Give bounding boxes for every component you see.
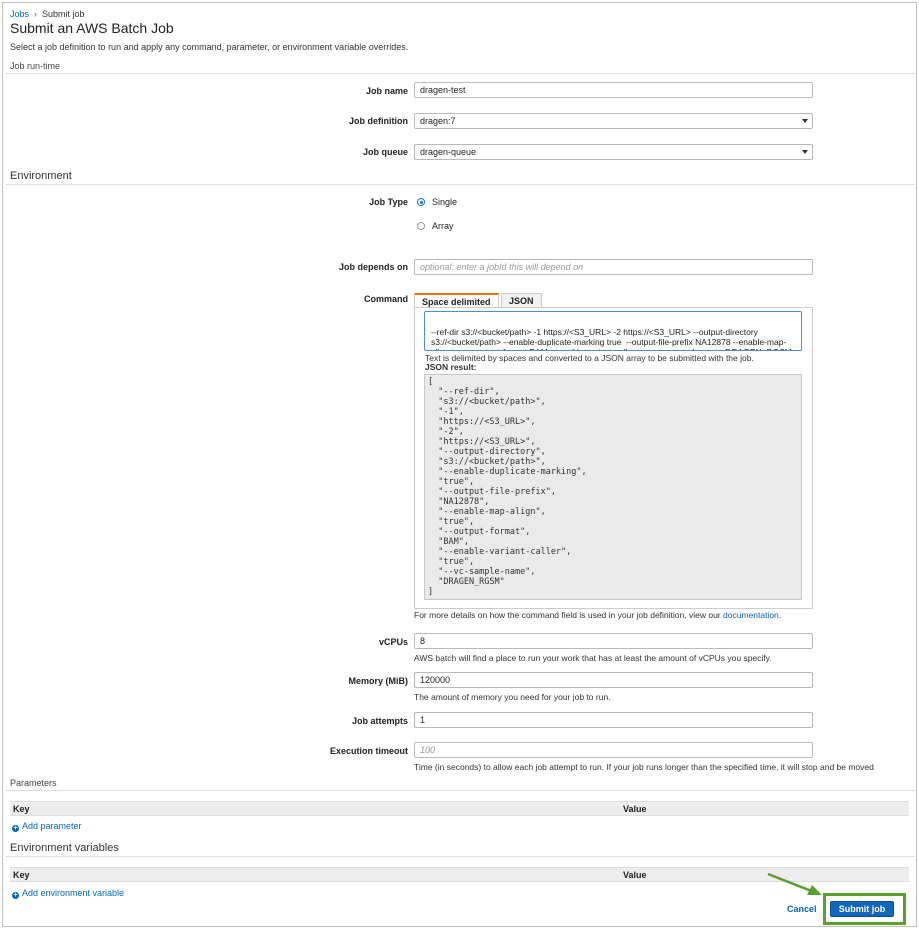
page-title: Submit an AWS Batch Job [10,20,174,36]
job-depends-on-input[interactable]: optional: enter a jobId this will depend… [414,259,813,275]
job-definition-value: dragen:7 [420,116,456,126]
job-name-label: Job name [365,86,408,96]
breadcrumb: Jobs › Submit job [10,9,85,19]
memory-label: Memory (MiB) [348,676,408,686]
job-queue-select[interactable]: dragen-queue [414,144,813,160]
chevron-down-icon [802,150,808,154]
tab-json[interactable]: JSON [501,293,542,308]
job-depends-on-label: Job depends on [338,262,408,272]
vcpus-label: vCPUs [378,637,408,647]
json-result-label: JSON result: [425,362,477,372]
command-doc-help: For more details on how the command fiel… [414,610,781,620]
section-environment: Environment [10,170,72,182]
section-environment-variables: Environment variables [10,842,119,854]
parameters-table-header [10,801,909,816]
job-attempts-input[interactable]: 1 [414,712,813,728]
add-environment-variable-label: Add environment variable [22,888,125,898]
command-label: Command [363,294,408,304]
chevron-down-icon [802,119,808,123]
job-attempts-label: Job attempts [351,716,408,726]
execution-timeout-input[interactable]: 100 [414,742,813,758]
command-textarea[interactable]: --ref-dir s3://<bucket/path> -1 https://… [424,311,802,351]
parameters-value-header: Value [623,804,647,814]
vcpus-input[interactable]: 8 [414,633,813,649]
section-parameters: Parameters [10,778,57,788]
job-name-input[interactable]: dragen-test [414,82,813,98]
add-parameter-link[interactable]: + Add parameter [12,821,82,832]
add-parameter-label: Add parameter [22,821,82,831]
cancel-button[interactable]: Cancel [787,904,817,914]
job-type-array-label: Array [432,221,454,231]
documentation-link[interactable]: documentation [723,610,779,620]
section-job-runtime: Job run-time [10,61,61,71]
job-queue-label: Job queue [362,147,408,157]
doc-help-prefix: For more details on how the command fiel… [414,610,721,620]
page-description: Select a job definition to run and apply… [10,42,409,52]
job-type-single-radio[interactable] [417,198,425,206]
divider [6,856,915,857]
breadcrumb-current: Submit job [42,9,85,19]
plus-icon: + [12,892,19,899]
job-type-label: Job Type [369,197,408,207]
submit-job-button[interactable]: Submit job [830,901,894,917]
env-vars-value-header: Value [623,870,647,880]
plus-icon: + [12,825,19,832]
env-vars-key-header: Key [13,870,30,880]
job-type-single-label: Single [432,197,458,207]
job-queue-value: dragen-queue [420,147,477,157]
command-text: --ref-dir s3://<bucket/path> -1 https://… [431,327,792,350]
tab-space-delimited[interactable]: Space delimited [414,293,499,308]
parameters-key-header: Key [13,804,30,814]
divider [6,184,915,185]
divider [6,73,915,74]
job-definition-select[interactable]: dragen:7 [414,113,813,129]
breadcrumb-jobs-link[interactable]: Jobs [10,9,29,19]
divider [6,790,915,791]
vcpus-help: AWS batch will find a place to run your … [414,653,772,663]
json-result-box: [ "--ref-dir", "s3://<bucket/path>", "-1… [424,374,802,600]
execution-timeout-help: Time (in seconds) to allow each job atte… [414,762,874,772]
execution-timeout-label: Execution timeout [329,746,408,756]
job-type-array-radio[interactable] [417,222,425,230]
arrow-icon [767,872,822,895]
memory-help: The amount of memory you need for your j… [414,692,611,702]
breadcrumb-separator: › [34,9,38,19]
job-definition-label: Job definition [349,116,408,126]
add-environment-variable-link[interactable]: + Add environment variable [12,888,124,899]
memory-input[interactable]: 120000 [414,672,813,688]
doc-help-suffix: . [778,610,782,620]
